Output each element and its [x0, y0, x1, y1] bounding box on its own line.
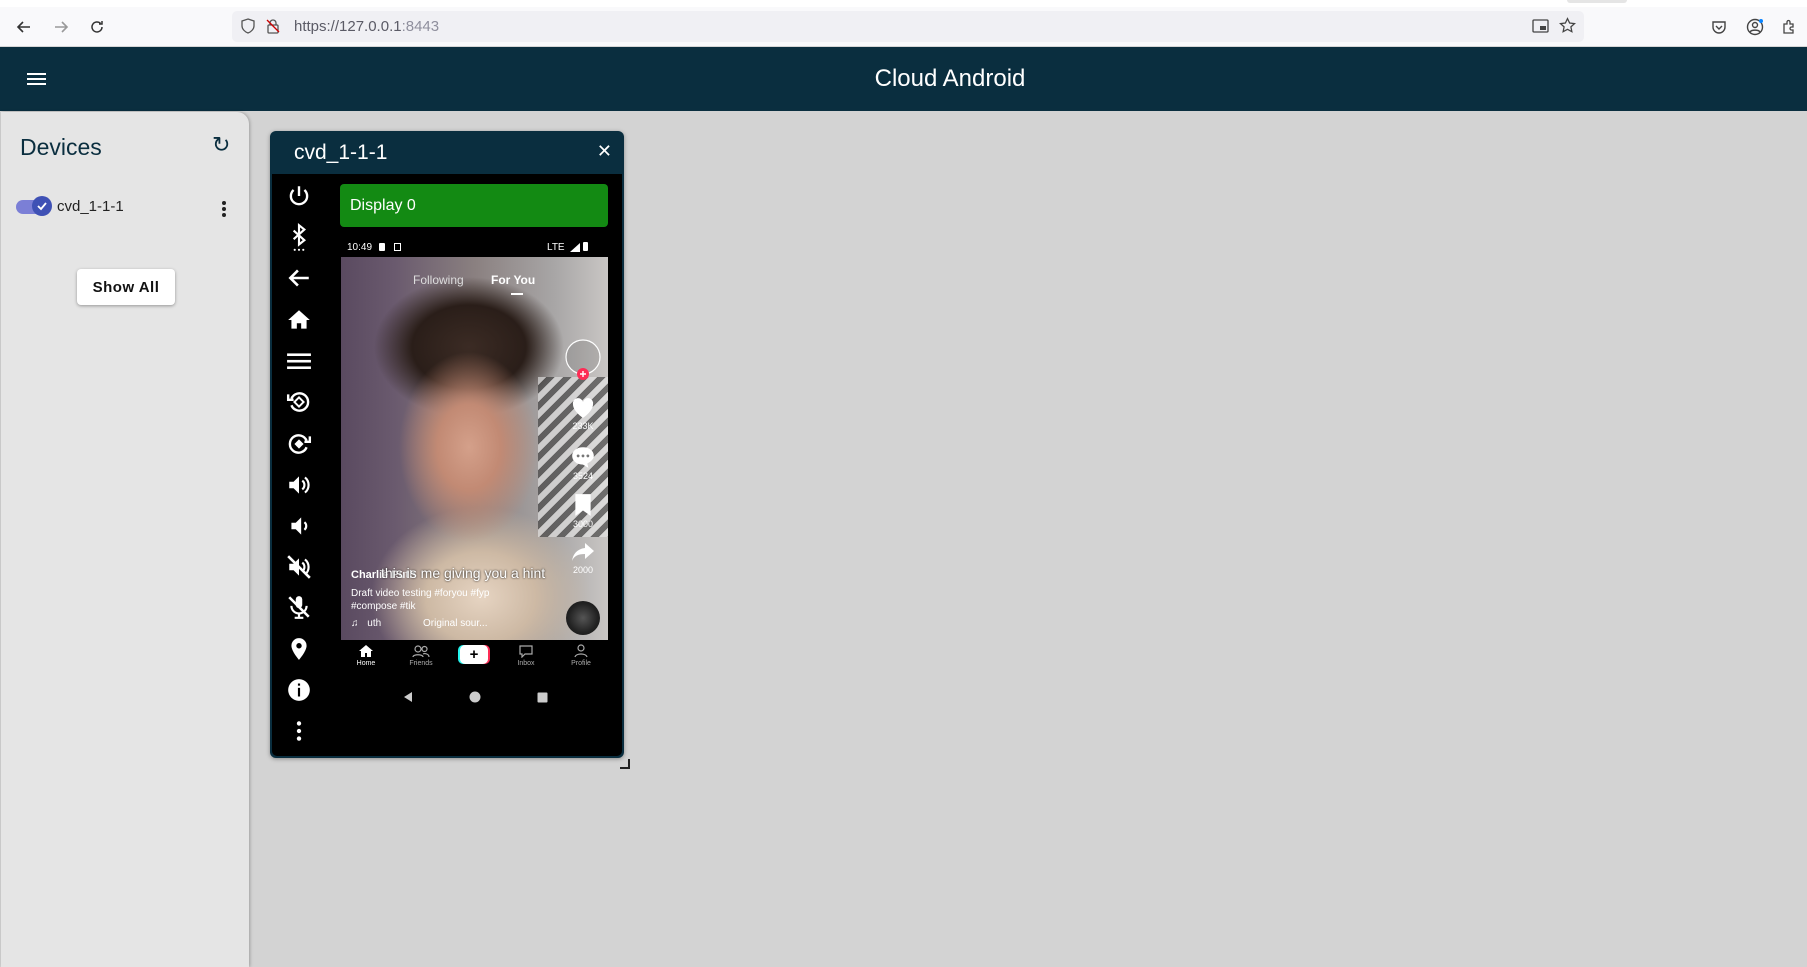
mic-off-icon[interactable]	[284, 592, 314, 622]
volume-up-icon[interactable]	[284, 470, 314, 500]
device-list-item: cvd_1-1-1	[15, 194, 241, 234]
tab-indicator	[511, 293, 523, 295]
nav-profile-label: Profile	[571, 660, 591, 667]
sdcard-icon	[379, 243, 385, 251]
status-network: LTE	[547, 242, 565, 253]
power-icon[interactable]	[284, 181, 314, 211]
battery-icon	[583, 242, 588, 251]
address-bar[interactable]: https://127.0.0.1:8443	[232, 11, 1584, 42]
location-icon[interactable]	[284, 634, 314, 664]
app-bottom-nav: Home Friends + Inbox Profile	[341, 640, 608, 678]
status-time: 10:49	[347, 242, 373, 253]
url-text: https://127.0.0.1:8443	[294, 18, 440, 35]
info-icon[interactable]	[284, 675, 314, 705]
inbox-nav-icon	[519, 645, 533, 659]
rotate-right-icon[interactable]	[284, 429, 314, 459]
nav-inbox[interactable]: Inbox	[506, 644, 546, 667]
video-feed[interactable]: Following For You 233K 3524 3000 2000 Ch…	[341, 257, 608, 640]
picture-in-picture-icon[interactable]	[1532, 18, 1549, 39]
signal-icon	[570, 243, 580, 255]
browser-tab[interactable]	[1567, 0, 1627, 3]
display-header: Display 0	[340, 184, 608, 227]
friends-nav-icon	[412, 645, 430, 658]
browser-back-icon[interactable]	[10, 13, 38, 41]
lock-icon[interactable]	[265, 18, 281, 39]
save-count: 3000	[572, 519, 594, 529]
system-nav-bar	[341, 678, 608, 714]
extensions-icon[interactable]	[1775, 13, 1803, 41]
rotate-left-icon[interactable]	[284, 387, 314, 417]
system-home-icon[interactable]	[469, 690, 481, 708]
nav-home[interactable]: Home	[346, 644, 386, 667]
tab-for-you[interactable]: For You	[491, 273, 535, 287]
browser-toolbar: https://127.0.0.1:8443	[0, 7, 1807, 47]
device-toggle[interactable]	[16, 196, 52, 216]
panel-title: cvd_1-1-1	[294, 141, 388, 164]
browser-reload-icon[interactable]	[83, 13, 111, 41]
pocket-icon[interactable]	[1705, 13, 1733, 41]
create-button[interactable]: +	[460, 645, 488, 664]
comment-count: 3524	[572, 471, 594, 481]
check-icon	[32, 196, 52, 216]
back-icon[interactable]	[284, 263, 314, 293]
sound-info[interactable]: ♫ uth Original sour...	[351, 618, 551, 629]
action-rail: 233K 3524 3000 2000	[563, 257, 603, 640]
notification-icon	[394, 243, 401, 251]
video-caption-overlay: this is me giving you a hint	[381, 565, 546, 581]
music-disc-icon[interactable]	[566, 601, 600, 635]
system-back-icon[interactable]	[402, 690, 414, 708]
save-button[interactable]: 3000	[563, 493, 603, 529]
like-count: 233K	[572, 421, 594, 431]
share-count: 2000	[572, 565, 594, 575]
panel-resize-handle[interactable]	[620, 759, 630, 769]
nav-home-label: Home	[356, 660, 376, 667]
music-note-icon: ♫	[351, 618, 359, 629]
video-description: Draft video testing #foryou #fyp #compos…	[351, 588, 490, 612]
nav-profile[interactable]: Profile	[561, 644, 601, 667]
devices-sidebar: Devices ↻ cvd_1-1-1 Show All	[1, 112, 249, 967]
sidebar-title: Devices	[20, 134, 102, 160]
home-icon[interactable]	[284, 305, 314, 335]
nav-inbox-label: Inbox	[517, 660, 535, 667]
sound-title: Original sour...	[423, 618, 488, 629]
avatar[interactable]	[563, 339, 603, 383]
profile-nav-icon	[574, 644, 588, 658]
more-icon[interactable]	[284, 716, 314, 746]
nav-friends-label: Friends	[409, 660, 433, 667]
home-nav-icon	[359, 645, 373, 657]
system-recents-icon[interactable]	[537, 690, 548, 708]
more-vert-icon[interactable]	[219, 196, 229, 222]
browser-forward-icon[interactable]	[47, 13, 75, 41]
comment-button[interactable]: 3524	[563, 445, 603, 481]
display-label: Display 0	[350, 197, 416, 214]
sound-left: uth	[367, 618, 382, 629]
volume-down-icon[interactable]	[284, 511, 314, 541]
status-bar: 10:49 LTE	[341, 238, 608, 257]
control-column	[272, 174, 328, 756]
bluetooth-icon[interactable]	[284, 222, 314, 252]
device-screen[interactable]: 10:49 LTE Following For You 233K 3524 30…	[341, 238, 608, 717]
app-title: Cloud Android	[874, 65, 1026, 92]
refresh-icon[interactable]: ↻	[212, 132, 230, 158]
account-icon[interactable]	[1741, 13, 1769, 41]
menu-icon[interactable]	[284, 346, 314, 376]
like-button[interactable]: 233K	[563, 397, 603, 431]
nav-friends[interactable]: Friends	[401, 644, 441, 667]
tab-following[interactable]: Following	[413, 273, 464, 287]
volume-mute-icon[interactable]	[284, 552, 314, 582]
device-name[interactable]: cvd_1-1-1	[57, 198, 124, 215]
bookmark-star-icon[interactable]	[1559, 17, 1576, 39]
close-icon[interactable]: ✕	[597, 141, 612, 162]
app-header: Cloud Android	[0, 47, 1807, 111]
shield-icon[interactable]	[240, 18, 256, 39]
share-button[interactable]: 2000	[563, 541, 603, 575]
show-all-button[interactable]: Show All	[77, 269, 175, 305]
